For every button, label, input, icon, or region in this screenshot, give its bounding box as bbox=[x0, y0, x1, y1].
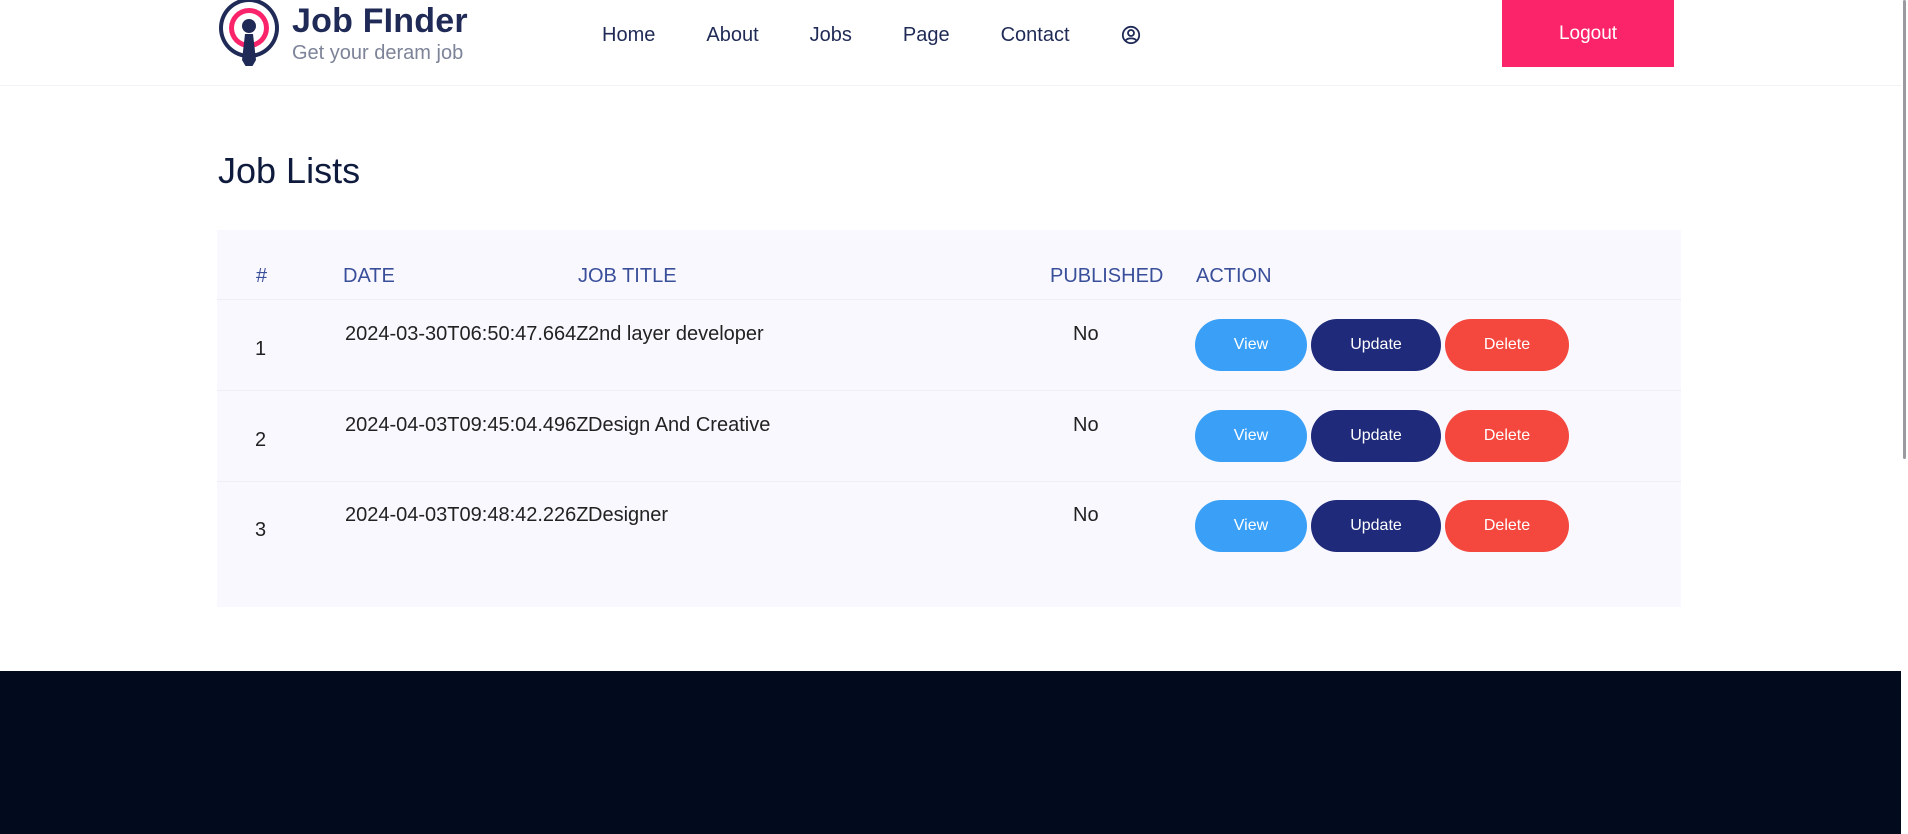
table-row: 1 2024-03-30T06:50:47.664Z 2nd layer dev… bbox=[217, 300, 1681, 391]
delete-button[interactable]: Delete bbox=[1445, 319, 1569, 371]
site-header: Job FInder Get your deram job Home About… bbox=[0, 0, 1908, 86]
update-button[interactable]: Update bbox=[1311, 500, 1441, 552]
row-number: 3 bbox=[255, 519, 267, 541]
row-published: No bbox=[1073, 323, 1099, 345]
row-number: 1 bbox=[255, 338, 267, 360]
logo[interactable]: Job FInder Get your deram job bbox=[216, 0, 476, 74]
view-button[interactable]: View bbox=[1195, 410, 1307, 462]
header-published: PUBLISHED bbox=[1050, 265, 1164, 287]
row-date: 2024-04-03T09:45:04.496Z bbox=[345, 414, 589, 436]
table-row: 3 2024-04-03T09:48:42.226Z Designer No V… bbox=[217, 481, 1681, 572]
row-job-title: Design And Creative bbox=[588, 414, 771, 436]
delete-button[interactable]: Delete bbox=[1445, 500, 1569, 552]
nav-jobs[interactable]: Jobs bbox=[810, 24, 852, 47]
header-action: ACTION bbox=[1196, 265, 1272, 287]
header-number: # bbox=[256, 265, 268, 287]
logo-tagline: Get your deram job bbox=[292, 42, 464, 64]
page: Job FInder Get your deram job Home About… bbox=[0, 0, 1908, 834]
user-circle-icon[interactable] bbox=[1121, 24, 1143, 46]
update-button[interactable]: Update bbox=[1311, 410, 1441, 462]
row-published: No bbox=[1073, 504, 1099, 526]
page-title: Job Lists bbox=[218, 150, 361, 191]
view-button[interactable]: View bbox=[1195, 500, 1307, 552]
header-job-title: JOB TITLE bbox=[578, 265, 677, 287]
job-table: # DATE JOB TITLE PUBLISHED ACTION 1 2024… bbox=[217, 230, 1681, 607]
header-date: DATE bbox=[343, 265, 395, 287]
row-published: No bbox=[1073, 414, 1099, 436]
row-date: 2024-03-30T06:50:47.664Z bbox=[345, 323, 589, 345]
scrollbar-thumb[interactable] bbox=[1903, 0, 1906, 459]
table-row: 2 2024-04-03T09:45:04.496Z Design And Cr… bbox=[217, 391, 1681, 482]
row-job-title: Designer bbox=[588, 504, 669, 526]
delete-button[interactable]: Delete bbox=[1445, 410, 1569, 462]
row-number: 2 bbox=[255, 429, 267, 451]
nav-contact[interactable]: Contact bbox=[1001, 24, 1070, 47]
row-job-title: 2nd layer developer bbox=[588, 323, 764, 345]
logout-button[interactable]: Logout bbox=[1502, 0, 1674, 67]
site-footer bbox=[0, 671, 1908, 834]
logo-name: Job FInder bbox=[292, 2, 468, 40]
update-button[interactable]: Update bbox=[1311, 319, 1441, 371]
nav-home[interactable]: Home bbox=[602, 24, 655, 47]
nav-about[interactable]: About bbox=[706, 24, 758, 47]
logo-pin-icon bbox=[216, 0, 282, 74]
view-button[interactable]: View bbox=[1195, 319, 1307, 371]
nav-page[interactable]: Page bbox=[903, 24, 950, 47]
row-date: 2024-04-03T09:48:42.226Z bbox=[345, 504, 589, 526]
main-nav: Home About Jobs Page Contact bbox=[602, 22, 1143, 48]
